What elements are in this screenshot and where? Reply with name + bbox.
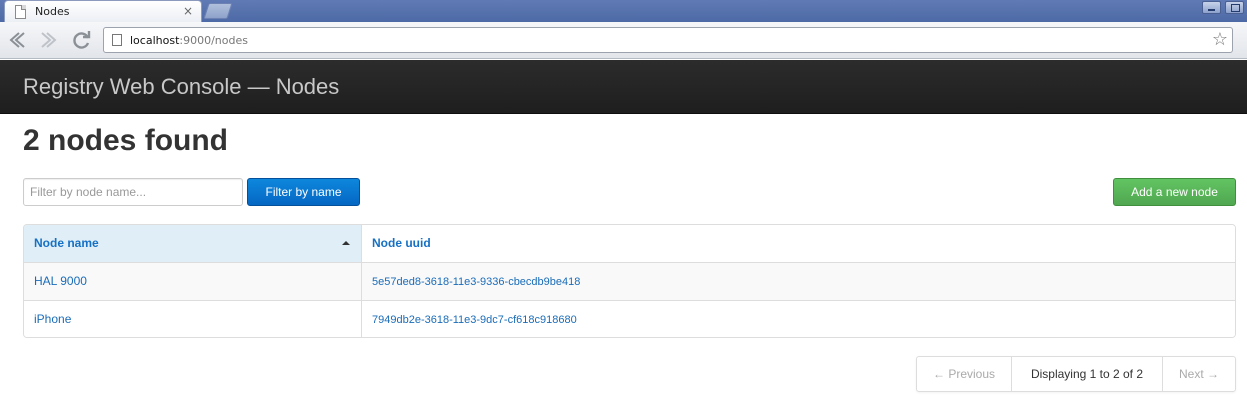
node-uuid-link[interactable]: 7949db2e-3618-11e3-9dc7-cf618c918680: [372, 314, 577, 326]
node-name-link[interactable]: iPhone: [34, 312, 71, 326]
forward-arrow-icon[interactable]: [36, 28, 60, 52]
back-arrow-icon[interactable]: [4, 28, 28, 52]
previous-page-button[interactable]: ← Previous: [917, 357, 1012, 391]
filter-by-name-button[interactable]: Filter by name: [247, 178, 360, 206]
table-row: iPhone 7949db2e-3618-11e3-9dc7-cf618c918…: [24, 300, 1235, 337]
nodes-table: Node name Node uuid HAL 9000 5e57ded8-36…: [23, 224, 1236, 338]
table-row: HAL 9000 5e57ded8-3618-11e3-9336-cbecdb9…: [24, 262, 1235, 300]
pagination: ← Previous Displaying 1 to 2 of 2 Next →: [916, 356, 1236, 392]
node-uuid-link[interactable]: 5e57ded8-3618-11e3-9336-cbecdb9be418: [372, 276, 580, 288]
browser-toolbar: localhost:9000/nodes ☆: [0, 22, 1247, 59]
browser-tab[interactable]: Nodes ×: [4, 0, 202, 22]
page-title: 2 nodes found: [23, 124, 228, 157]
restore-window-icon[interactable]: [1225, 1, 1244, 14]
page-icon: [15, 5, 26, 19]
pagination-info: Displaying 1 to 2 of 2: [1012, 357, 1163, 391]
column-header-node-uuid[interactable]: Node uuid: [362, 225, 1235, 262]
app-navbar: Registry Web Console — Nodes: [0, 60, 1247, 114]
page-icon: [112, 34, 122, 46]
next-page-button[interactable]: Next →: [1163, 357, 1235, 391]
bookmark-star-icon[interactable]: ☆: [1212, 29, 1228, 51]
node-uuid-cell: 7949db2e-3618-11e3-9dc7-cf618c918680: [362, 301, 1235, 337]
minimize-window-icon[interactable]: [1202, 1, 1221, 14]
node-name-cell: HAL 9000: [24, 263, 362, 300]
filter-input[interactable]: [23, 178, 243, 206]
reload-icon[interactable]: [70, 28, 94, 52]
new-tab-button[interactable]: [203, 3, 233, 19]
node-uuid-cell: 5e57ded8-3618-11e3-9336-cbecdb9be418: [362, 263, 1235, 300]
close-icon[interactable]: ×: [183, 4, 193, 18]
app-brand[interactable]: Registry Web Console — Nodes: [23, 74, 339, 100]
column-header-node-name[interactable]: Node name: [24, 225, 362, 262]
add-node-button[interactable]: Add a new node: [1113, 178, 1236, 206]
tab-title: Nodes: [35, 5, 70, 18]
table-header-row: Node name Node uuid: [24, 225, 1235, 262]
node-name-cell: iPhone: [24, 301, 362, 337]
sort-ascending-icon: [342, 241, 350, 245]
node-name-link[interactable]: HAL 9000: [34, 274, 87, 288]
address-bar[interactable]: localhost:9000/nodes ☆: [103, 27, 1233, 53]
browser-tabstrip: Nodes ×: [0, 0, 1247, 22]
url-text: localhost:9000/nodes: [130, 34, 248, 47]
